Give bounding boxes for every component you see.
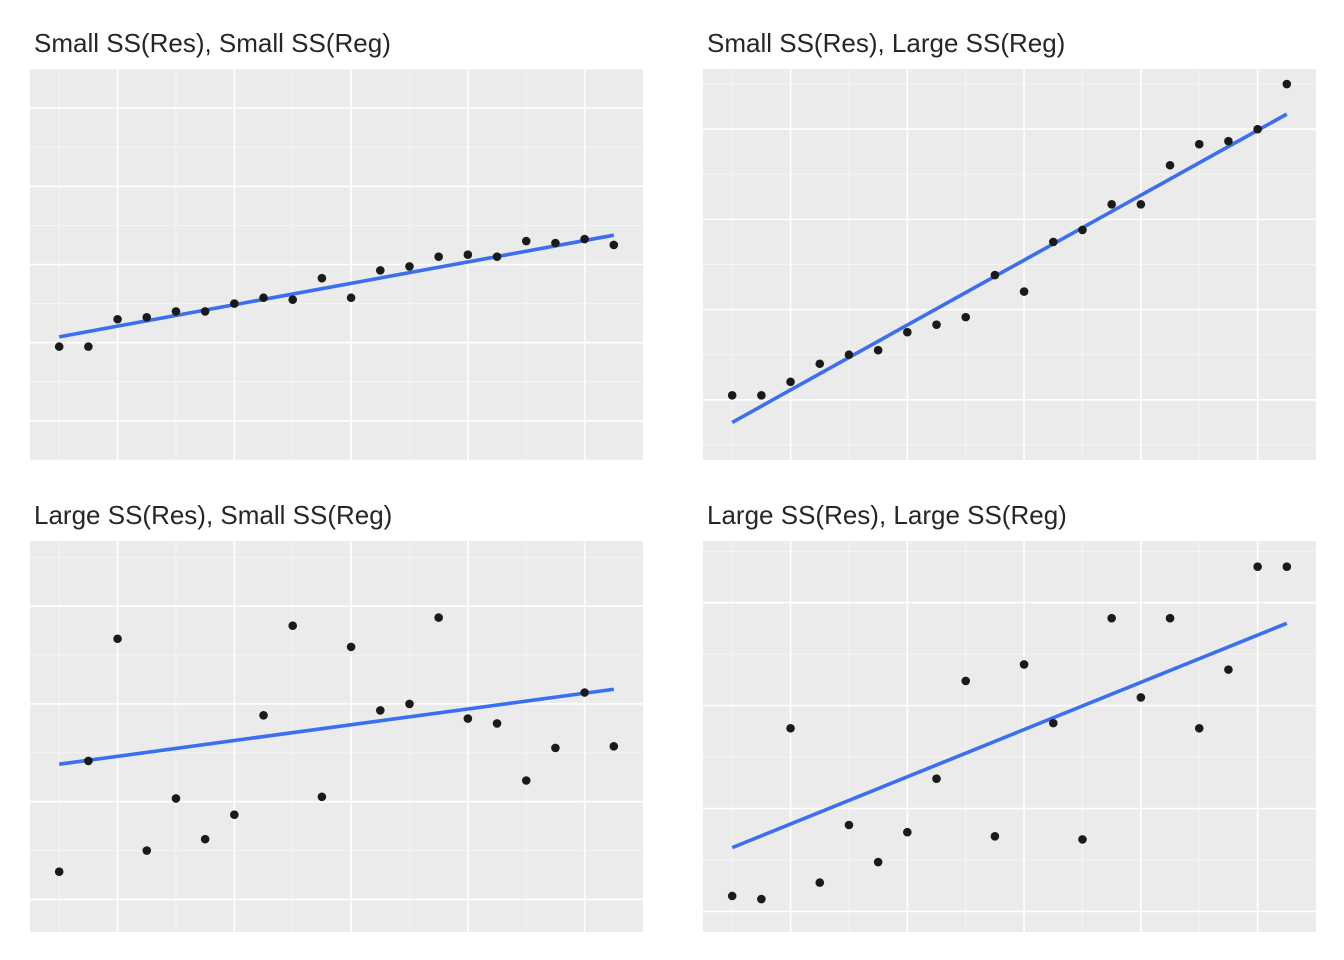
scatter-grid: Small SS(Res), Small SS(Reg) Small SS(Re… (30, 28, 1316, 932)
data-point (1049, 719, 1058, 728)
plot-br (703, 541, 1316, 932)
data-point (1195, 724, 1204, 733)
panel-title-tr: Small SS(Res), Large SS(Reg) (703, 28, 1316, 59)
data-point (376, 706, 385, 715)
data-point (991, 832, 1000, 841)
data-point (376, 266, 385, 275)
data-point (201, 307, 210, 316)
regression-line (732, 114, 1287, 422)
panel-title-bl: Large SS(Res), Small SS(Reg) (30, 500, 643, 531)
data-point (932, 320, 941, 329)
panel-tl: Small SS(Res), Small SS(Reg) (30, 28, 643, 460)
data-point (1283, 80, 1292, 89)
data-point (903, 828, 912, 837)
data-point (1224, 665, 1233, 674)
data-point (142, 313, 151, 322)
data-point (84, 757, 93, 766)
regression-line (732, 623, 1287, 847)
data-point (961, 677, 970, 686)
data-point (1166, 614, 1175, 623)
data-point (815, 878, 824, 887)
panel-bl: Large SS(Res), Small SS(Reg) (30, 500, 643, 932)
plot-tl (30, 69, 643, 460)
data-point (318, 274, 327, 283)
data-point (845, 821, 854, 830)
data-point (903, 328, 912, 337)
data-point (991, 271, 1000, 280)
data-point (815, 359, 824, 368)
data-point (522, 776, 531, 785)
data-point (464, 250, 473, 259)
data-point (84, 342, 93, 351)
data-point (230, 299, 239, 308)
data-point (786, 378, 795, 387)
data-point (172, 794, 181, 803)
data-point (1224, 137, 1233, 146)
data-point (522, 237, 531, 246)
data-point (1195, 140, 1204, 149)
panel-title-tl: Small SS(Res), Small SS(Reg) (30, 28, 643, 59)
data-point (580, 688, 589, 697)
data-point (1107, 200, 1116, 209)
data-point (1020, 287, 1029, 296)
data-point (580, 235, 589, 244)
data-point (434, 613, 443, 622)
data-point (1253, 562, 1262, 571)
data-point (259, 711, 268, 720)
data-point (464, 714, 473, 723)
data-point (728, 892, 737, 901)
data-point (347, 643, 356, 652)
data-point (142, 846, 151, 855)
data-point (610, 241, 619, 250)
data-point (259, 293, 268, 302)
data-point (551, 744, 560, 753)
data-point (1253, 125, 1262, 134)
data-point (874, 346, 883, 355)
data-point (1283, 562, 1292, 571)
data-point (201, 835, 210, 844)
data-point (230, 810, 239, 819)
panel-title-br: Large SS(Res), Large SS(Reg) (703, 500, 1316, 531)
data-point (172, 307, 181, 316)
data-point (1078, 226, 1087, 235)
data-point (551, 239, 560, 248)
data-point (874, 858, 883, 867)
data-point (288, 295, 297, 304)
data-point (961, 313, 970, 322)
data-point (493, 719, 502, 728)
data-point (55, 867, 64, 876)
data-point (113, 634, 122, 643)
data-point (932, 774, 941, 783)
data-point (757, 391, 766, 400)
data-point (405, 262, 414, 271)
data-point (610, 742, 619, 751)
panel-br: Large SS(Res), Large SS(Reg) (703, 500, 1316, 932)
data-point (1107, 614, 1116, 623)
data-point (434, 252, 443, 261)
data-point (1020, 660, 1029, 669)
plot-tr (703, 69, 1316, 460)
data-point (347, 293, 356, 302)
plot-bl (30, 541, 643, 932)
data-point (318, 792, 327, 801)
data-point (786, 724, 795, 733)
panel-tr: Small SS(Res), Large SS(Reg) (703, 28, 1316, 460)
data-point (405, 700, 414, 709)
data-point (55, 342, 64, 351)
regression-line (59, 235, 614, 337)
data-point (1137, 693, 1146, 702)
data-point (493, 252, 502, 261)
data-point (1137, 200, 1146, 209)
data-point (288, 621, 297, 630)
data-point (845, 350, 854, 359)
data-point (1166, 161, 1175, 170)
data-point (1049, 238, 1058, 247)
data-point (728, 391, 737, 400)
data-point (113, 315, 122, 324)
data-point (1078, 835, 1087, 844)
data-point (757, 895, 766, 904)
